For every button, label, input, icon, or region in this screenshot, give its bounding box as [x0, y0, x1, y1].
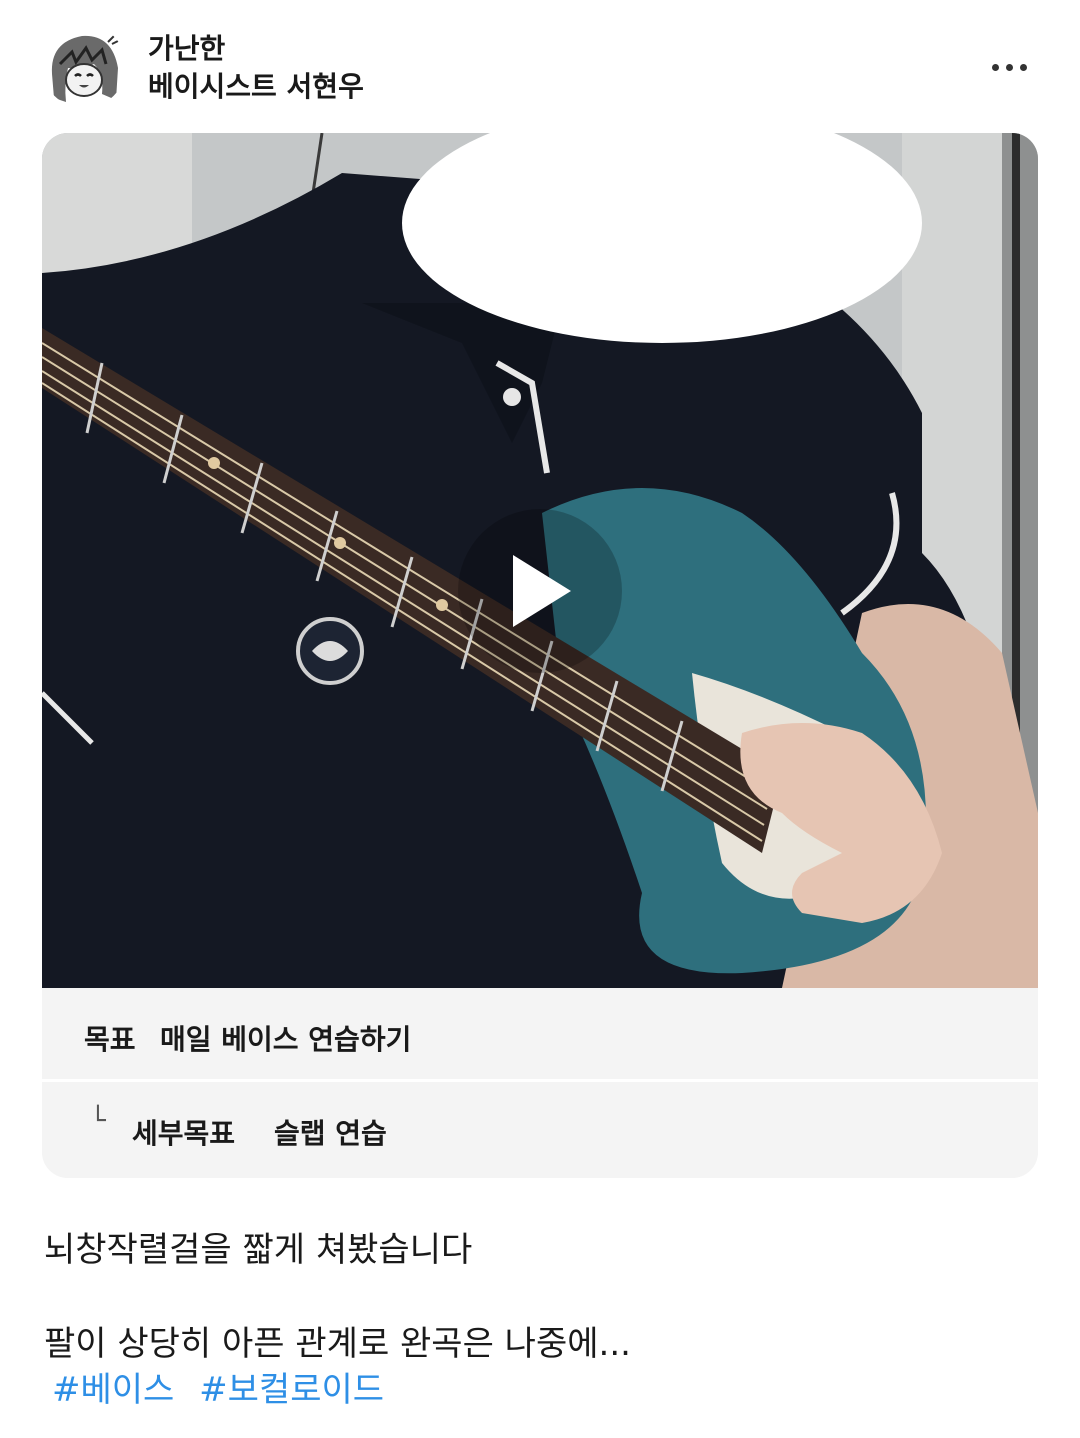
hashtags: #베이스 #보컬로이드 — [52, 1362, 398, 1411]
goal-text: 매일 베이스 연습하기 — [160, 1023, 412, 1056]
author-name-line2: 베이시스트 서현우 — [148, 70, 364, 103]
play-triangle-icon — [513, 555, 571, 627]
more-dot — [991, 63, 999, 71]
author-name[interactable]: 가난한 베이시스트 서현우 — [148, 30, 364, 106]
more-horizontal-icon[interactable] — [982, 52, 1036, 82]
avatar[interactable] — [42, 24, 126, 108]
post-header: 가난한 베이시스트 서현우 — [0, 0, 1080, 120]
video-player[interactable] — [42, 133, 1038, 988]
subgoal-label: 세부목표 — [132, 1117, 236, 1150]
more-dot — [1005, 63, 1013, 71]
goal-label: 목표 — [84, 1023, 136, 1056]
hashtag-link[interactable]: #베이스 — [52, 1370, 174, 1410]
play-icon[interactable] — [458, 509, 622, 673]
goal-row: 목표 매일 베이스 연습하기 — [42, 988, 1038, 1079]
subgoal-branch-icon: └ — [90, 1106, 106, 1136]
anime-girl-avatar-icon — [42, 24, 126, 108]
subgoal-row: └ 세부목표 슬랩 연습 — [42, 1082, 1038, 1178]
author-name-line1: 가난한 — [148, 32, 226, 65]
hashtag-link[interactable]: #보컬로이드 — [199, 1370, 384, 1410]
goal-video-card: 목표 매일 베이스 연습하기 └ 세부목표 슬랩 연습 — [42, 133, 1038, 1178]
post-text-line1: 뇌창작렬걸을 짧게 쳐봤습니다 — [44, 1230, 473, 1270]
subgoal-text: 슬랩 연습 — [274, 1117, 387, 1150]
post-text-line2: 팔이 상당히 아픈 관계로 완곡은 나중에... — [44, 1324, 631, 1364]
more-dot — [1019, 63, 1027, 71]
